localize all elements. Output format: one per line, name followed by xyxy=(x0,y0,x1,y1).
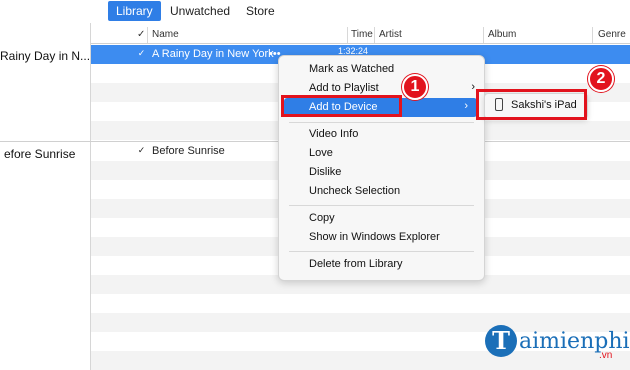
column-divider xyxy=(483,27,484,43)
album-column-header[interactable]: Album xyxy=(488,29,516,40)
group-title-column xyxy=(0,23,91,370)
column-divider xyxy=(592,27,593,43)
menu-separator xyxy=(289,205,474,206)
menu-item-label: Delete from Library xyxy=(309,258,403,270)
menu-item-label: Mark as Watched xyxy=(309,63,395,75)
menu-item-love[interactable]: Love xyxy=(279,144,484,163)
highlight-box-device xyxy=(476,89,587,120)
column-divider xyxy=(374,27,375,43)
name-column-header[interactable]: Name xyxy=(152,29,179,40)
menu-item-mark-as-watched[interactable]: Mark as Watched xyxy=(279,60,484,79)
menu-item-label: Video Info xyxy=(309,128,359,140)
context-menu: Mark as Watched Add to Playlist › Add to … xyxy=(278,55,485,281)
menu-item-dislike[interactable]: Dislike xyxy=(279,163,484,182)
track-name: A Rainy Day in New York xyxy=(152,48,274,60)
tab-store[interactable]: Store xyxy=(238,1,283,21)
step-badge-1: 1 xyxy=(402,74,428,100)
chevron-right-icon: › xyxy=(471,81,475,93)
menu-item-copy[interactable]: Copy xyxy=(279,209,484,228)
menu-item-label: Dislike xyxy=(309,166,342,178)
watermark-logo: T aimienphi .vn xyxy=(485,325,630,365)
time-column-header[interactable]: Time xyxy=(351,29,373,40)
genre-column-header[interactable]: Genre xyxy=(598,29,626,40)
column-divider xyxy=(147,27,148,43)
menu-item-delete-from-library[interactable]: Delete from Library xyxy=(279,255,484,274)
menu-item-label: Love xyxy=(309,147,333,159)
tab-library[interactable]: Library xyxy=(108,1,161,21)
highlight-box-add-to-device xyxy=(281,95,402,117)
menu-separator xyxy=(289,251,474,252)
menu-item-video-info[interactable]: Video Info xyxy=(279,125,484,144)
menu-item-show-in-explorer[interactable]: Show in Windows Explorer xyxy=(279,228,484,247)
group-title-before-sunrise[interactable]: efore Sunrise xyxy=(4,147,75,161)
menu-item-label: Show in Windows Explorer xyxy=(309,231,440,243)
top-tab-bar: Library Unwatched Store xyxy=(0,0,630,23)
row-checkbox[interactable]: ✓ xyxy=(137,49,146,58)
menu-item-label: Uncheck Selection xyxy=(309,185,401,197)
menu-item-label: Copy xyxy=(309,212,335,224)
group-title-rainy-day[interactable]: Rainy Day in N... xyxy=(0,49,90,63)
menu-item-uncheck-selection[interactable]: Uncheck Selection xyxy=(279,182,484,201)
watermark-initial: T xyxy=(485,325,517,357)
column-divider xyxy=(347,27,348,43)
artist-column-header[interactable]: Artist xyxy=(379,29,402,40)
chevron-right-icon: › xyxy=(464,100,468,112)
tab-unwatched[interactable]: Unwatched xyxy=(162,1,238,21)
step-badge-2: 2 xyxy=(588,66,614,92)
watermark-name: aimienphi xyxy=(519,329,630,354)
table-row xyxy=(91,294,630,313)
track-name: Before Sunrise xyxy=(152,145,225,157)
watermark-tld: .vn xyxy=(599,350,613,361)
column-header: ✓ Name Time Artist Album Genre xyxy=(91,27,630,44)
check-column-header[interactable]: ✓ xyxy=(137,29,145,40)
menu-separator xyxy=(289,122,474,123)
row-checkbox[interactable]: ✓ xyxy=(137,146,146,155)
menu-item-label: Add to Playlist xyxy=(309,82,379,94)
